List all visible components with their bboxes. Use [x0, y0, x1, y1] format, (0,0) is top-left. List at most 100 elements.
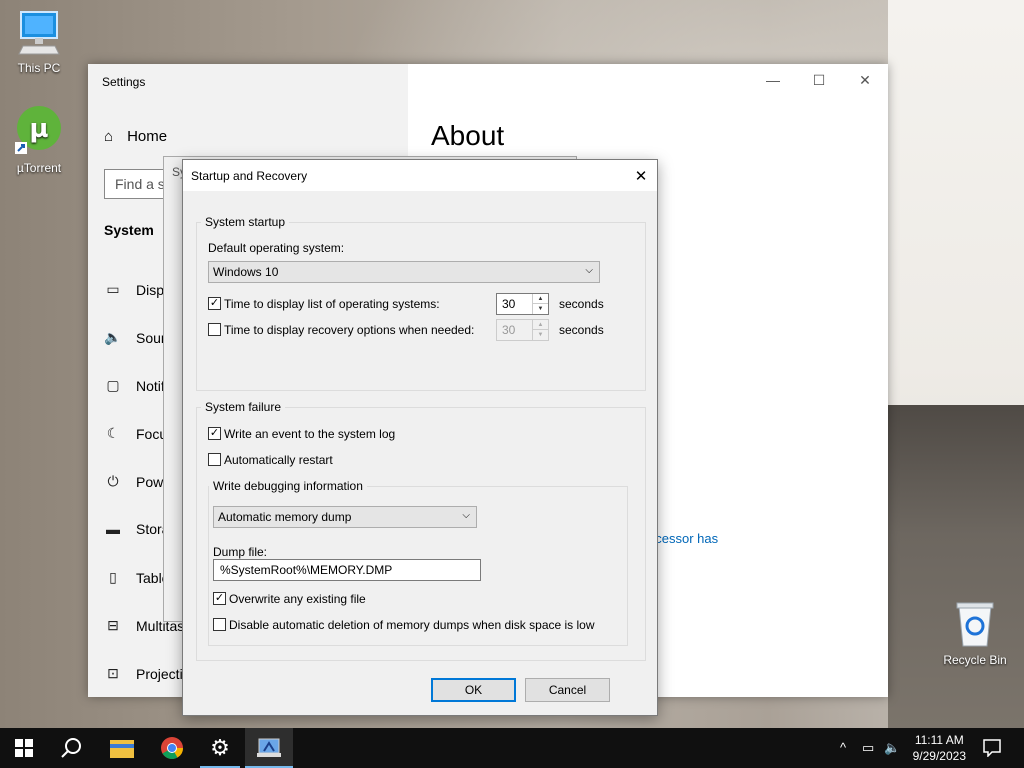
start-button[interactable]	[0, 728, 48, 768]
chevron-down-icon: ⌵	[462, 510, 470, 521]
auto-restart-checkbox[interactable]	[208, 453, 221, 466]
svg-text:µ: µ	[29, 114, 48, 144]
multitask-icon: ⊟	[107, 617, 119, 633]
ok-button[interactable]: OK	[431, 678, 516, 702]
desktop-shadow	[888, 405, 1024, 728]
desktop-icon-label: µTorrent	[16, 161, 62, 175]
window-title: Settings	[102, 75, 146, 89]
file-explorer-button[interactable]	[98, 728, 146, 768]
notification-icon	[983, 739, 1001, 757]
computer-icon	[4, 10, 74, 59]
nav-projecting[interactable]: ⊡ Projecti	[104, 665, 183, 682]
settings-link[interactable]: ocessor has	[648, 531, 718, 546]
taskbar: ⚙ ^ ▭ 🔈 11:11 AM 9/29/2023	[0, 728, 1024, 768]
chrome-button[interactable]	[148, 728, 196, 768]
overwrite-checkbox[interactable]: ✓	[213, 592, 226, 605]
group-label: System failure	[201, 400, 286, 414]
disable-delete-label: Disable automatic deletion of memory dum…	[229, 618, 595, 632]
gear-icon: ⚙	[210, 735, 230, 760]
nav-notifications[interactable]: ▢ Notif	[104, 377, 165, 394]
storage-icon: ▬	[106, 521, 120, 537]
dump-file-input[interactable]: %SystemRoot%\MEMORY.DMP	[213, 559, 481, 581]
select-value: Windows 10	[213, 265, 279, 279]
display-list-checkbox[interactable]: ✓	[208, 297, 221, 310]
volume-muted-icon[interactable]: 🔈	[884, 740, 900, 756]
group-label: Write debugging information	[209, 479, 367, 493]
recovery-spinner: 30 ▲ ▼	[496, 319, 549, 341]
desktop-icon-utorrent[interactable]: µ µTorrent	[4, 104, 74, 175]
speaker-icon: 🔈	[104, 329, 122, 345]
windows-icon	[15, 739, 33, 757]
recycle-bin-icon	[940, 600, 1010, 651]
nav-focus[interactable]: ☾ Focu	[104, 425, 167, 442]
utorrent-icon: µ	[4, 104, 74, 159]
nav-home[interactable]: ⌂ Home	[104, 128, 167, 145]
nav-sound[interactable]: 🔈 Soun	[104, 329, 168, 346]
close-button[interactable]: ✕	[625, 160, 657, 191]
desktop-icon-this-pc[interactable]: This PC	[4, 10, 74, 75]
moon-icon: ☾	[106, 425, 120, 441]
notification-center-button[interactable]	[970, 728, 1014, 768]
spinner-value: 30	[502, 297, 516, 311]
dialog-titlebar: Startup and Recovery ✕	[183, 160, 657, 191]
projector-icon: ⊡	[107, 665, 119, 681]
seconds-label: seconds	[559, 297, 604, 311]
desktop-icon-label: This PC	[17, 61, 61, 75]
select-value: Automatic memory dump	[218, 510, 352, 524]
message-icon: ▢	[106, 377, 120, 393]
home-icon: ⌂	[104, 128, 114, 145]
group-label: System startup	[201, 215, 290, 229]
startup-recovery-dialog: Startup and Recovery ✕ System startup De…	[182, 159, 658, 716]
overwrite-label: Overwrite any existing file	[229, 592, 366, 606]
spin-down-icon[interactable]: ▼	[532, 303, 548, 314]
system-properties-taskbar-button[interactable]	[245, 728, 293, 768]
folder-icon	[110, 740, 134, 758]
nav-storage[interactable]: ▬ Stora	[104, 521, 169, 537]
minimize-icon: —	[766, 72, 780, 88]
default-os-label: Default operating system:	[208, 241, 345, 255]
clock-date: 9/29/2023	[912, 749, 966, 763]
maximize-button[interactable]: ☐	[796, 64, 842, 96]
network-icon[interactable]: ▭	[862, 740, 874, 756]
system-properties-icon	[257, 738, 281, 757]
check-icon: ✓	[209, 427, 220, 439]
nav-tablet[interactable]: ▯ Table	[104, 569, 169, 586]
tablet-icon: ▯	[109, 569, 117, 585]
search-button[interactable]	[48, 728, 96, 768]
chevron-down-icon: ⌵	[585, 265, 593, 276]
nav-power[interactable]: ⏻ Powe	[104, 473, 171, 490]
chevron-up-icon[interactable]: ^	[840, 740, 846, 755]
spinner-value: 30	[502, 323, 516, 337]
desktop-icon-label: Recycle Bin	[943, 653, 1007, 667]
spin-down-icon: ▼	[532, 329, 548, 340]
clock-time: 11:11 AM	[914, 733, 964, 747]
nav-home-label: Home	[127, 128, 168, 145]
nav-label: Projecti	[136, 665, 183, 682]
nav-display[interactable]: ▭ Displ	[104, 281, 167, 298]
dialog-title: Startup and Recovery	[191, 169, 308, 183]
close-button[interactable]: ✕	[842, 64, 888, 96]
recovery-checkbox[interactable]	[208, 323, 221, 336]
auto-restart-label: Automatically restart	[224, 453, 333, 467]
power-icon: ⏻	[107, 473, 119, 489]
write-event-label: Write an event to the system log	[224, 427, 396, 441]
display-list-label: Time to display list of operating system…	[224, 297, 440, 311]
debug-type-select[interactable]: Automatic memory dump ⌵	[213, 506, 477, 528]
close-icon: ✕	[859, 71, 871, 88]
clock[interactable]: 11:11 AM 9/29/2023	[913, 732, 966, 764]
maximize-icon: ☐	[812, 71, 826, 88]
section-heading: System	[104, 222, 154, 238]
disable-delete-checkbox[interactable]	[213, 618, 226, 631]
default-os-select[interactable]: Windows 10 ⌵	[208, 261, 600, 283]
display-list-spinner[interactable]: 30 ▲ ▼	[496, 293, 549, 315]
minimize-button[interactable]: —	[750, 64, 796, 96]
desktop-icon-recycle-bin[interactable]: Recycle Bin	[940, 600, 1010, 667]
chrome-icon	[161, 737, 183, 759]
search-icon	[61, 738, 81, 758]
settings-taskbar-button[interactable]: ⚙	[196, 728, 244, 768]
nav-label: Notif	[136, 377, 165, 394]
check-icon: ✓	[214, 592, 225, 604]
cancel-button[interactable]: Cancel	[525, 678, 610, 702]
write-event-checkbox[interactable]: ✓	[208, 427, 221, 440]
page-title: About	[431, 120, 505, 151]
